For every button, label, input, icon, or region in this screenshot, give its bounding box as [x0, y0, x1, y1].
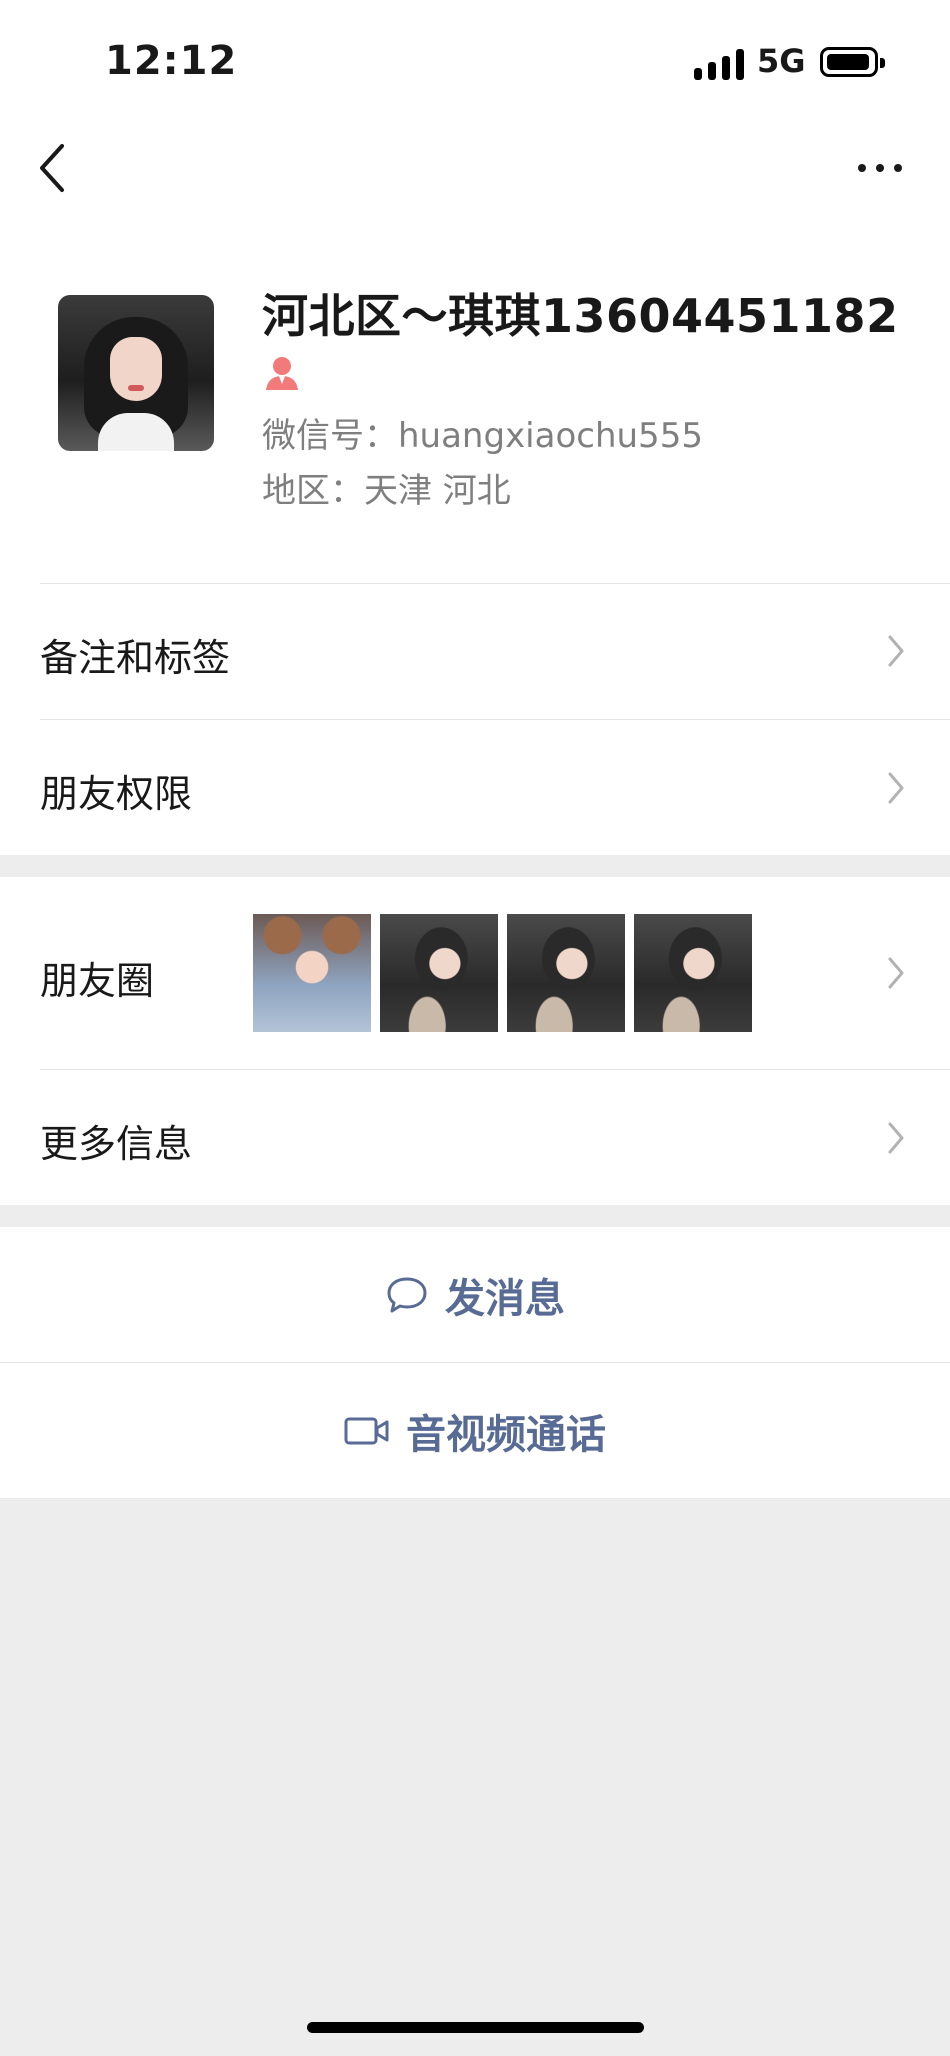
- audio-video-call-button[interactable]: 音视频通话: [0, 1363, 950, 1498]
- remarks-tags-label: 备注和标签: [40, 636, 231, 680]
- more-dots-icon: [858, 164, 866, 172]
- chevron-right-icon: [888, 772, 904, 804]
- moments-photo: [507, 914, 625, 1032]
- female-icon: [266, 357, 298, 390]
- status-time: 12:12: [105, 38, 238, 84]
- send-message-label: 发消息: [445, 1275, 565, 1322]
- network-type: 5G: [757, 42, 806, 80]
- more-options-button[interactable]: [848, 148, 912, 188]
- home-indicator[interactable]: [307, 2022, 644, 2033]
- chat-bubble-icon: [387, 1277, 427, 1312]
- chevron-right-icon: [888, 957, 904, 989]
- moments-photo: [253, 914, 371, 1032]
- wechat-id: 微信号：huangxiaochu555: [262, 416, 703, 456]
- moments-photo: [634, 914, 752, 1032]
- contact-name: 河北区～琪琪13604451182: [262, 289, 899, 343]
- more-info-label: 更多信息: [40, 1122, 193, 1166]
- back-button[interactable]: [30, 138, 82, 198]
- avatar[interactable]: [58, 295, 214, 451]
- chevron-right-icon: [888, 635, 904, 667]
- region: 地区：天津 河北: [262, 471, 511, 511]
- video-camera-icon: [344, 1417, 389, 1444]
- send-message-button[interactable]: 发消息: [0, 1227, 950, 1362]
- battery-icon: [820, 47, 885, 77]
- chevron-right-icon: [888, 1122, 904, 1154]
- moments-label: 朋友圈: [40, 959, 155, 1003]
- audio-video-call-label: 音视频通话: [406, 1411, 606, 1458]
- moments-photo: [380, 914, 498, 1032]
- cellular-signal-icon: [694, 47, 744, 80]
- chevron-left-icon: [40, 144, 64, 192]
- friend-permissions-label: 朋友权限: [40, 772, 193, 816]
